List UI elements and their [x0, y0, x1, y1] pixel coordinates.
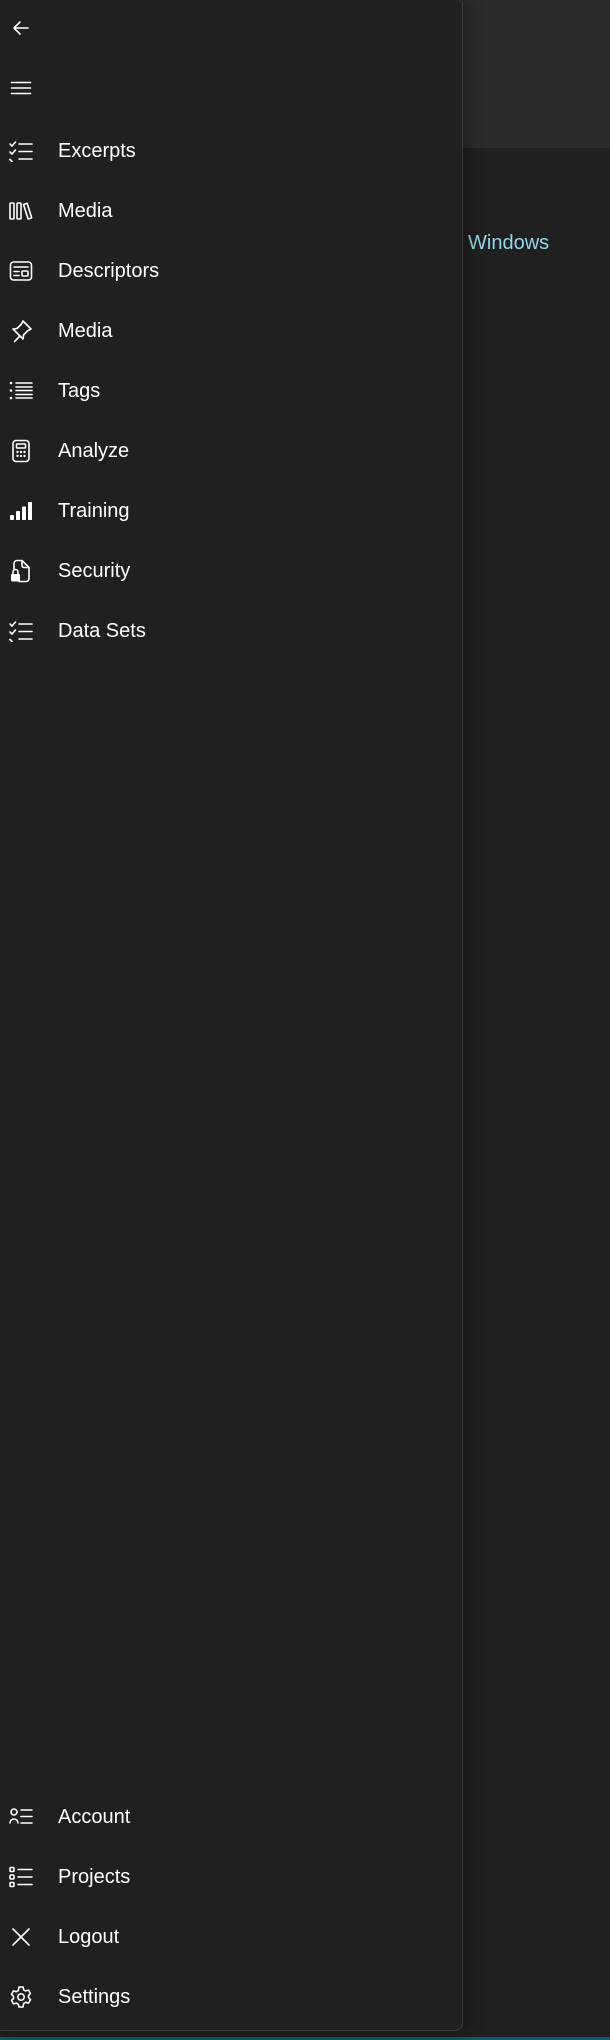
nav-item-account[interactable]: Account [1, 1789, 457, 1845]
nav-item-label: Media [58, 199, 113, 222]
signal-bars-icon [1, 491, 41, 531]
nav-item-projects[interactable]: Projects [1, 1849, 457, 1905]
nav-item-label: Settings [58, 1985, 131, 2008]
nav-item-label: Media [58, 319, 113, 342]
nav-item-label: Descriptors [58, 259, 160, 282]
nav-item-tags[interactable]: Tags [1, 363, 457, 419]
nav-item-excerpts[interactable]: Excerpts [1, 123, 457, 179]
person-list-icon [1, 1797, 41, 1837]
navigation-pane: Excerpts Media Descriptors Media Tags An… [0, 0, 463, 2031]
nav-item-label: Logout [58, 1925, 120, 1948]
bulleted-list-icon [1, 371, 41, 411]
nav-item-label: Training [58, 499, 130, 522]
document-lock-icon [1, 551, 41, 591]
hamburger-menu-icon [10, 81, 32, 95]
library-books-icon [1, 191, 41, 231]
back-button[interactable] [1, 8, 41, 48]
menu-toggle-button[interactable] [1, 68, 41, 108]
nav-item-label: Account [58, 1805, 131, 1828]
nav-item-label: Data Sets [58, 619, 146, 642]
gear-icon [1, 1977, 41, 2017]
nav-item-label: Analyze [58, 439, 130, 462]
news-card-icon [1, 251, 41, 291]
nav-item-analyze[interactable]: Analyze [1, 423, 457, 479]
content-header [462, 0, 610, 148]
nav-item-data-sets[interactable]: Data Sets [1, 603, 457, 659]
nav-item-logout[interactable]: Logout [1, 1909, 457, 1965]
nav-item-training[interactable]: Training [1, 483, 457, 539]
app-window: Windows Excerpts Media Descriptors Media… [0, 0, 610, 2040]
nav-item-media[interactable]: Media [1, 183, 457, 239]
nav-item-media-pin[interactable]: Media [1, 303, 457, 359]
bulleted-list-icon [1, 1857, 41, 1897]
nav-item-label: Projects [58, 1865, 131, 1888]
nav-item-label: Security [58, 559, 131, 582]
arrow-left-icon [13, 21, 29, 35]
nav-item-label: Tags [58, 379, 101, 402]
nav-item-descriptors[interactable]: Descriptors [1, 243, 457, 299]
checklist-icon [1, 131, 41, 171]
pin-icon [1, 311, 41, 351]
close-icon [1, 1917, 41, 1957]
nav-item-security[interactable]: Security [1, 543, 457, 599]
calculator-icon [1, 431, 41, 471]
nav-item-settings[interactable]: Settings [1, 1969, 457, 2025]
checklist-icon [1, 611, 41, 651]
nav-item-label: Excerpts [58, 139, 136, 162]
windows-link[interactable]: Windows [468, 228, 549, 258]
